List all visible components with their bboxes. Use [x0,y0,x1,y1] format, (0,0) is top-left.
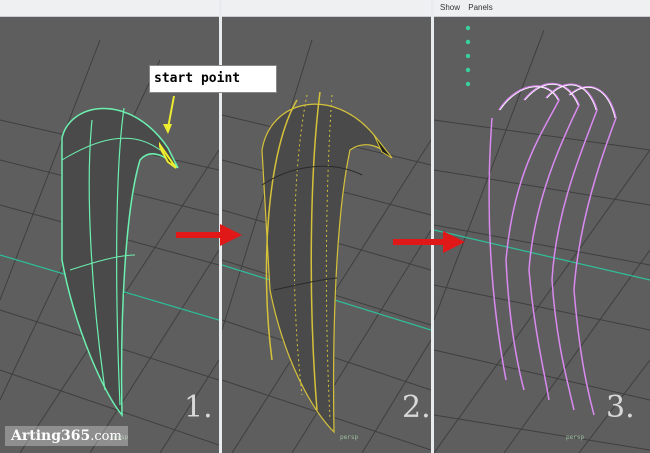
tool-dots [465,25,471,87]
watermark-brand: Arting365 [11,428,91,444]
watermark: Arting365.com [5,426,128,446]
callout-arrow-shaft [167,95,175,129]
shell-surface [261,103,393,434]
start-point-callout: start point [149,65,277,93]
red-arrow-2 [393,231,465,253]
callout-arrow-head [163,124,172,134]
red-arrow-1 [176,224,242,246]
viewport-panel-3[interactable]: Show Panels 3. persp [434,0,650,453]
watermark-suffix: .com [90,429,122,444]
viewport-3-scene [434,25,650,453]
profile-curves [488,83,617,416]
step-label-1: 1. [184,390,213,425]
step-label-3: 3. [606,390,635,425]
step-label-2: 2. [402,390,431,425]
camera-label: persp [340,434,359,441]
camera-label: persp [566,434,585,441]
